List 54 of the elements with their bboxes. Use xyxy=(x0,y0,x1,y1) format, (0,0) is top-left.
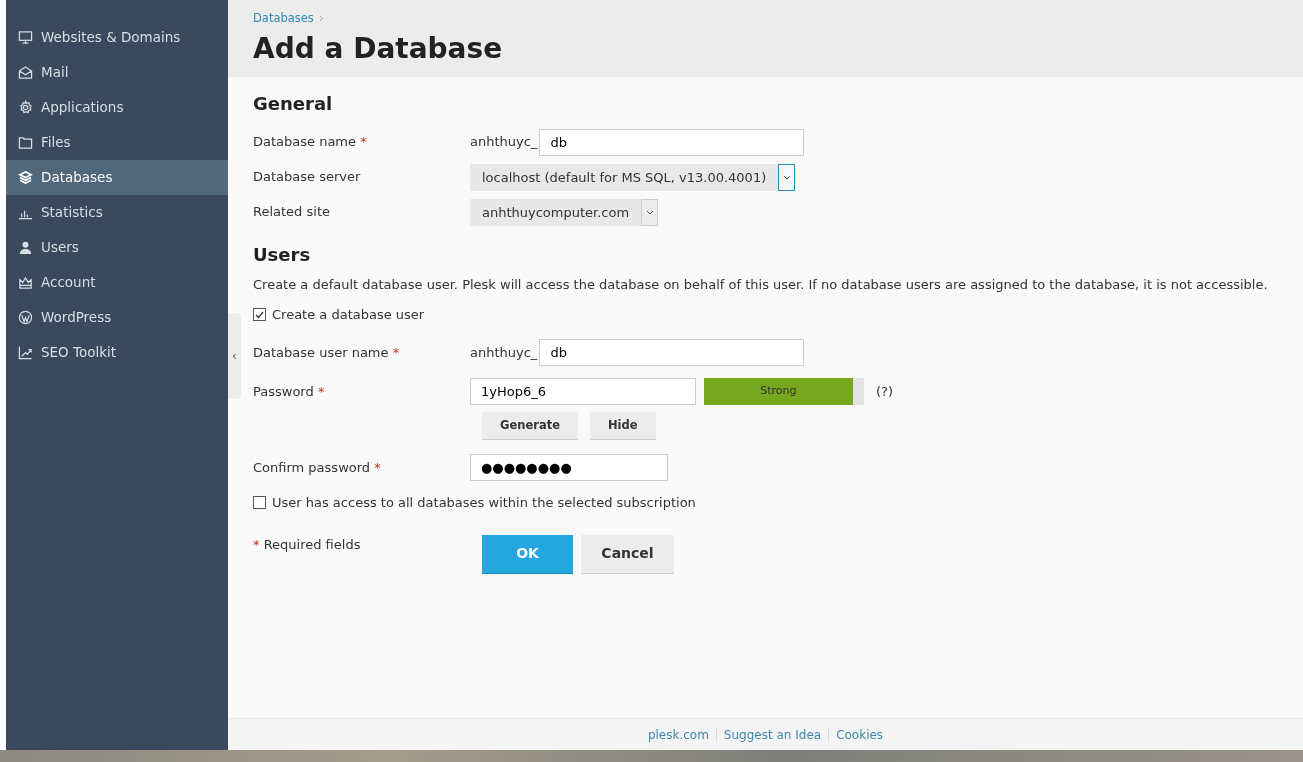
strength-fill: Strong xyxy=(704,377,853,405)
sidebar-item[interactable]: Files xyxy=(6,125,228,160)
password-input[interactable]: ●●●●●●●● xyxy=(470,453,668,481)
folder-icon xyxy=(18,135,33,150)
user-icon xyxy=(18,240,33,255)
sidebar-item[interactable]: Mail xyxy=(6,55,228,90)
wordpress-icon xyxy=(18,310,33,325)
sidebar-item[interactable]: Databases xyxy=(6,160,228,195)
field-label: Password * xyxy=(253,383,325,399)
field-label: Database server xyxy=(253,169,361,185)
cancel-button[interactable]: Cancel xyxy=(581,534,674,574)
envelope-icon xyxy=(18,65,33,80)
page-title: Add a Database xyxy=(253,31,504,66)
section-heading: General xyxy=(253,93,334,115)
sidebar-item[interactable]: Websites & Domains xyxy=(6,20,228,55)
crown-icon xyxy=(18,275,33,290)
password-action-button[interactable]: Generate xyxy=(482,412,578,441)
sidebar-collapse-handle[interactable]: ‹ xyxy=(228,313,241,399)
sidebar-item[interactable]: Applications xyxy=(6,90,228,125)
chevron-down-icon xyxy=(645,209,654,215)
password-input[interactable]: 1yHop6_6 xyxy=(470,377,696,405)
chart-arrow-icon xyxy=(18,345,33,360)
text-input[interactable]: db xyxy=(539,128,805,156)
select-field[interactable]: localhost (default for MS SQL, v13.00.4001) xyxy=(470,163,796,191)
field-label: Database name * xyxy=(253,134,367,150)
section-heading: Users xyxy=(253,243,312,266)
monitor-icon xyxy=(18,30,33,45)
checkbox[interactable] xyxy=(253,496,266,510)
field-prefix: anhthuyc_ xyxy=(470,133,538,152)
required-note: * Required fields xyxy=(253,536,361,552)
gear-icon xyxy=(18,100,33,115)
layers-icon xyxy=(18,170,33,185)
chevron-down-icon xyxy=(782,174,791,180)
text-input[interactable]: db xyxy=(539,338,805,366)
password-action-button[interactable]: Hide xyxy=(589,412,656,441)
field-label: Related site xyxy=(253,204,330,220)
sidebar-item[interactable]: Account xyxy=(6,265,228,300)
field-label: Database user name * xyxy=(253,344,400,360)
footer-link[interactable]: Cookies xyxy=(829,725,891,744)
help-link[interactable]: (?) xyxy=(876,381,894,402)
sidebar-item[interactable]: Users xyxy=(6,230,228,265)
footer-link[interactable]: plesk.com xyxy=(640,725,716,744)
sidebar-item[interactable]: Statistics xyxy=(6,195,228,230)
sidebar-item[interactable]: SEO Toolkit xyxy=(6,335,228,370)
checkbox-option[interactable]: User has access to all databases within the selected subscription xyxy=(253,488,1278,517)
field-prefix: anhthuyc_ xyxy=(470,343,538,362)
checkbox[interactable] xyxy=(253,308,266,322)
sidebar-item[interactable]: WordPress xyxy=(6,300,228,335)
breadcrumb-separator: › xyxy=(318,11,324,25)
footer-link[interactable]: Suggest an Idea xyxy=(716,725,829,744)
checkbox-option[interactable]: Create a database user xyxy=(253,300,1278,329)
description-text: Create a default database user. Plesk will access the database on behalf of this user. If no database users are assigned to the database, it is not accessible. xyxy=(253,276,1269,295)
field-label: Confirm password * xyxy=(253,459,381,475)
select-field[interactable]: anhthuycomputer.com xyxy=(470,198,659,226)
